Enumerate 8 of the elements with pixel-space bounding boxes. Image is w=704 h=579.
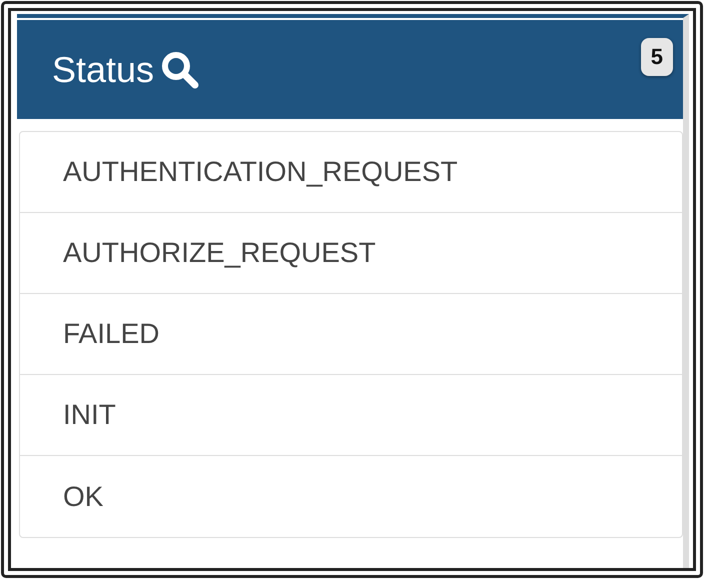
panel-title: Status — [52, 48, 154, 90]
status-option[interactable]: INIT — [63, 399, 116, 431]
count-badge: 5 — [640, 38, 673, 76]
status-option[interactable]: AUTHENTICATION_REQUEST — [63, 156, 458, 188]
search-icon[interactable] — [160, 50, 200, 90]
status-option[interactable]: FAILED — [63, 318, 160, 350]
status-option[interactable]: AUTHORIZE_REQUEST — [63, 237, 376, 269]
status-option[interactable]: OK — [63, 480, 104, 512]
